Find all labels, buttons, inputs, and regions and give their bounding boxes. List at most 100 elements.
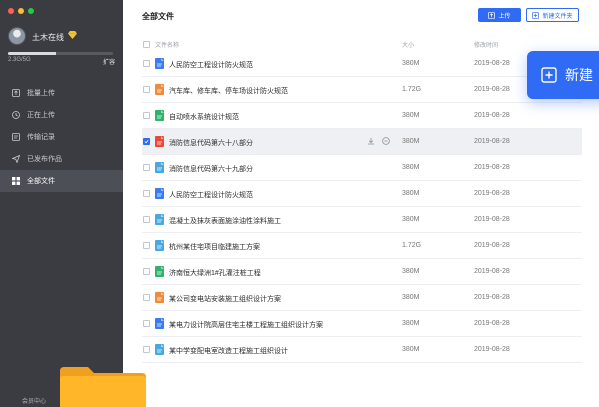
more-options-icon[interactable] bbox=[382, 137, 390, 145]
file-date: 2019-08-28 bbox=[474, 138, 510, 145]
storage-quota-bar bbox=[8, 52, 113, 55]
row-checkbox[interactable] bbox=[143, 268, 150, 275]
file-size: 380M bbox=[402, 320, 420, 327]
download-icon[interactable] bbox=[367, 137, 375, 145]
file-name[interactable]: 汽车库、修车库、停车场设计防火规范 bbox=[169, 86, 288, 96]
new-folder-callout-label: 新建 bbox=[565, 67, 593, 83]
file-row[interactable]: 某中学变配电室改造工程施工组织设计 380M 2019-08-28 bbox=[142, 337, 582, 363]
upload-button-label: 上传 bbox=[498, 13, 511, 20]
new-folder-callout-button[interactable]: 新建 bbox=[527, 51, 599, 99]
grid-icon bbox=[12, 177, 20, 185]
minimize-window-button[interactable] bbox=[18, 8, 24, 14]
file-row[interactable]: 人民防空工程设计防火规范 380M 2019-08-28 bbox=[142, 181, 582, 207]
file-name[interactable]: 某电力设计院高层住宅主楼工程施工组织设计方案 bbox=[169, 320, 323, 330]
cad-file-icon bbox=[155, 162, 164, 173]
sidebar-item-batch-upload[interactable]: 批量上传 bbox=[0, 82, 123, 104]
file-name[interactable]: 混凝土及抹灰表面施涂油性涂料施工 bbox=[169, 216, 281, 226]
file-name[interactable]: 人民防空工程设计防火规范 bbox=[169, 60, 253, 70]
column-header-size[interactable]: 大小 bbox=[402, 40, 414, 49]
doc-file-icon bbox=[155, 188, 164, 199]
row-checkbox[interactable] bbox=[143, 164, 150, 171]
row-checkbox[interactable] bbox=[143, 138, 150, 145]
xls-file-icon bbox=[155, 266, 164, 277]
file-row[interactable]: 消防信息代码第六十八部分 380M 2019-08-28 bbox=[142, 129, 582, 155]
file-name[interactable]: 杭州某住宅项目临建施工方案 bbox=[169, 242, 260, 252]
file-row[interactable]: 杭州某住宅项目临建施工方案 1.72G 2019-08-28 bbox=[142, 233, 582, 259]
vip-diamond-icon bbox=[68, 31, 77, 39]
select-all-checkbox[interactable] bbox=[143, 41, 150, 48]
file-name[interactable]: 消防信息代码第六十八部分 bbox=[169, 138, 253, 148]
file-size: 380M bbox=[402, 190, 420, 197]
upload-icon bbox=[488, 11, 496, 19]
upload-button[interactable]: 上传 bbox=[478, 8, 521, 22]
file-name[interactable]: 消防信息代码第六十九部分 bbox=[169, 164, 253, 174]
file-row[interactable]: 汽车库、修车库、停车场设计防火规范 1.72G 2019-08-28 bbox=[142, 77, 582, 103]
cad-file-icon bbox=[155, 240, 164, 251]
row-checkbox[interactable] bbox=[143, 60, 150, 67]
maximize-window-button[interactable] bbox=[28, 8, 34, 14]
file-date: 2019-08-28 bbox=[474, 346, 510, 353]
file-date: 2019-08-28 bbox=[474, 320, 510, 327]
file-name[interactable]: 某中学变配电室改造工程施工组织设计 bbox=[169, 346, 288, 356]
file-date: 2019-08-28 bbox=[474, 60, 510, 67]
file-row[interactable]: 人民防空工程设计防火规范 380M 2019-08-28 bbox=[142, 51, 582, 77]
file-row[interactable]: 济南恒大绿洲1#孔灌注桩工程 380M 2019-08-28 bbox=[142, 259, 582, 285]
send-icon bbox=[12, 155, 20, 163]
plus-folder-icon bbox=[532, 11, 540, 19]
pdf-file-icon bbox=[155, 136, 164, 147]
row-checkbox[interactable] bbox=[143, 346, 150, 353]
sidebar: 土木在线 2.3G/5G 扩容 批量上传 正在上传 传输记录 已发布作品 全部文… bbox=[0, 0, 123, 407]
file-row[interactable]: 自动喷水系统设计规范 380M 2019-08-28 bbox=[142, 103, 582, 129]
file-size: 380M bbox=[402, 216, 420, 223]
member-center-link[interactable]: 会员中心 bbox=[22, 396, 46, 405]
cad-file-icon bbox=[155, 344, 164, 355]
sidebar-item-uploading[interactable]: 正在上传 bbox=[0, 104, 123, 126]
clock-icon bbox=[12, 111, 20, 119]
row-checkbox[interactable] bbox=[143, 86, 150, 93]
username: 土木在线 bbox=[32, 33, 64, 42]
file-name[interactable]: 自动喷水系统设计规范 bbox=[169, 112, 239, 122]
row-actions bbox=[367, 137, 390, 145]
file-date: 2019-08-28 bbox=[474, 190, 510, 197]
column-header-date[interactable]: 修改时间 bbox=[474, 40, 498, 49]
sidebar-item-label: 已发布作品 bbox=[27, 156, 62, 163]
file-size: 380M bbox=[402, 294, 420, 301]
file-name[interactable]: 某公司变电站安装施工组织设计方案 bbox=[169, 294, 281, 304]
sidebar-item-published[interactable]: 已发布作品 bbox=[0, 148, 123, 170]
file-row[interactable]: 消防信息代码第六十九部分 380M 2019-08-28 bbox=[142, 155, 582, 181]
avatar[interactable] bbox=[8, 27, 26, 45]
page-title: 全部文件 bbox=[142, 12, 174, 21]
file-name[interactable]: 济南恒大绿洲1#孔灌注桩工程 bbox=[169, 268, 261, 278]
close-window-button[interactable] bbox=[8, 8, 14, 14]
sidebar-item-transfer-records[interactable]: 传输记录 bbox=[0, 126, 123, 148]
doc-file-icon bbox=[155, 318, 164, 329]
file-list: 人民防空工程设计防火规范 380M 2019-08-28 汽车库、修车库、停车场设计防… bbox=[142, 51, 582, 363]
file-row[interactable]: 某电力设计院高层住宅主楼工程施工组织设计方案 380M 2019-08-28 bbox=[142, 311, 582, 337]
sidebar-item-label: 批量上传 bbox=[27, 90, 55, 97]
xls-file-icon bbox=[155, 110, 164, 121]
plus-folder-icon bbox=[541, 67, 557, 83]
table-header: 文件名称 大小 修改时间 bbox=[142, 38, 582, 50]
file-size: 380M bbox=[402, 138, 420, 145]
cad-file-icon bbox=[155, 214, 164, 225]
new-folder-button[interactable]: 新建文件夹 bbox=[526, 8, 579, 22]
file-row[interactable]: 某公司变电站安装施工组织设计方案 380M 2019-08-28 bbox=[142, 285, 582, 311]
storage-quota-fill bbox=[8, 52, 57, 55]
row-checkbox[interactable] bbox=[143, 112, 150, 119]
file-date: 2019-08-28 bbox=[474, 268, 510, 275]
row-checkbox[interactable] bbox=[143, 294, 150, 301]
row-checkbox[interactable] bbox=[143, 190, 150, 197]
sidebar-item-all-files[interactable]: 全部文件 bbox=[0, 170, 123, 192]
row-checkbox[interactable] bbox=[143, 320, 150, 327]
file-name[interactable]: 人民防空工程设计防火规范 bbox=[169, 190, 253, 200]
sidebar-item-label: 传输记录 bbox=[27, 134, 55, 141]
file-size: 380M bbox=[402, 112, 420, 119]
row-checkbox[interactable] bbox=[143, 242, 150, 249]
ppt-file-icon bbox=[155, 84, 164, 95]
file-date: 2019-08-28 bbox=[474, 294, 510, 301]
file-row[interactable]: 混凝土及抹灰表面施涂油性涂料施工 380M 2019-08-28 bbox=[142, 207, 582, 233]
row-checkbox[interactable] bbox=[143, 216, 150, 223]
column-header-name[interactable]: 文件名称 bbox=[155, 40, 179, 49]
file-size: 380M bbox=[402, 164, 420, 171]
expand-storage-link[interactable]: 扩容 bbox=[103, 57, 115, 66]
